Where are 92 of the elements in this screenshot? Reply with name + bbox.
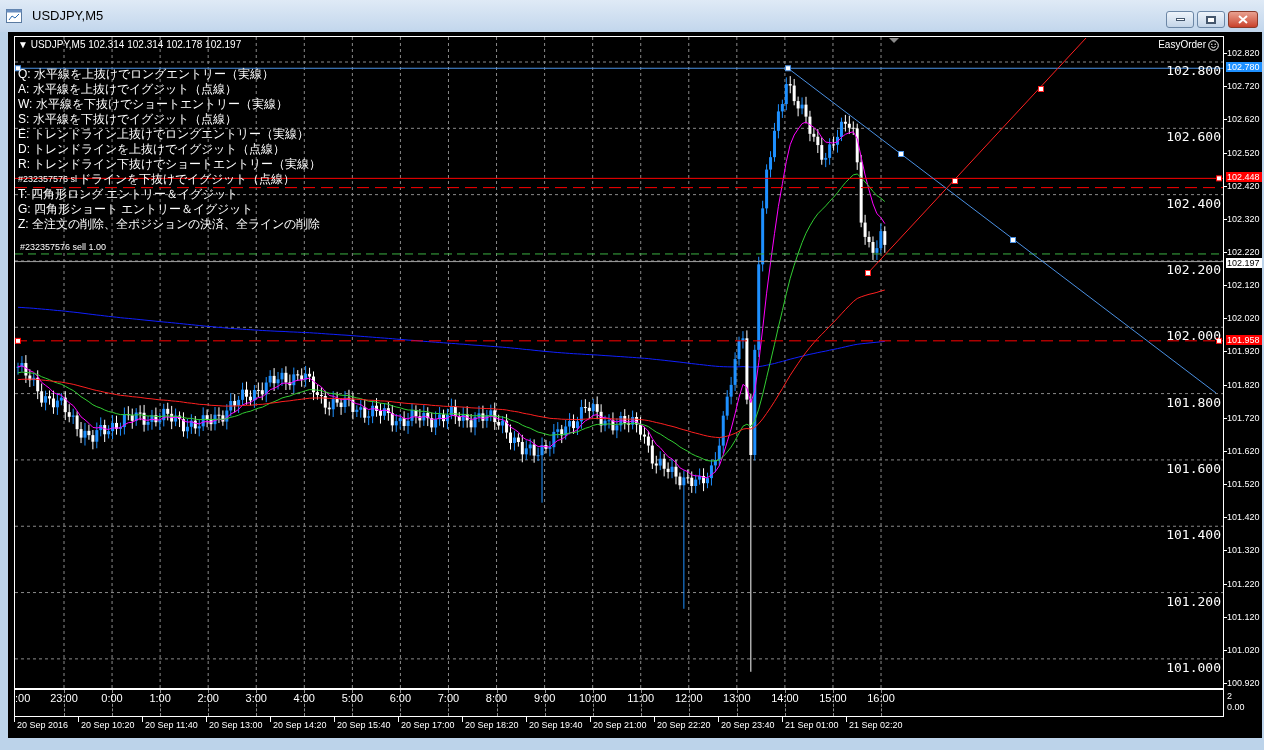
instruction-text: Q: 水平線を上抜けでロングエントリー（実線）: [18, 67, 275, 82]
chart-shift-marker-icon[interactable]: [889, 38, 899, 43]
date-axis-label: 21 Sep 01:00: [785, 720, 839, 731]
hour-label: 14:00: [770, 692, 800, 705]
hour-label: 12:00: [674, 692, 704, 705]
maximize-button[interactable]: [1197, 11, 1225, 28]
hour-label: 1:00: [148, 692, 172, 705]
level-label: 101.800: [1166, 395, 1221, 410]
price-axis-label: 102.120: [1227, 281, 1260, 291]
minimize-icon: [1175, 18, 1185, 21]
price-axis-label: 101.220: [1227, 579, 1260, 589]
chart-window-icon: [6, 9, 22, 23]
maximize-icon: [1206, 15, 1216, 24]
price-axis-label: 102.520: [1227, 148, 1260, 158]
instruction-text: T: 四角形ロング エントリー＆イグジット: [18, 187, 239, 202]
instruction-text: D: トレンドラインを上抜けでイグジット（点線）: [18, 142, 287, 157]
indicator-axis-label: 2: [1227, 691, 1233, 702]
price-marker: 102.197: [1226, 258, 1262, 268]
close-button[interactable]: [1228, 11, 1258, 28]
instruction-text: A: 水平線を上抜けでイグジット（点線）: [18, 82, 238, 97]
date-axis-label: 20 Sep 23:40: [721, 720, 775, 731]
hour-label: 5:00: [340, 692, 365, 705]
hour-label: 16:00: [866, 692, 896, 705]
hour-label: 23:00: [49, 692, 79, 705]
price-axis-label: 102.720: [1227, 82, 1260, 92]
trend-line[interactable]: [865, 37, 1087, 276]
hour-label: 15:00: [818, 692, 848, 705]
price-axis-label: 101.120: [1227, 612, 1260, 622]
price-marker: 102.448: [1226, 172, 1262, 182]
hour-label: 10:00: [577, 692, 608, 705]
price-axis-label: 101.920: [1227, 347, 1260, 357]
date-axis-label: 20 Sep 21:00: [593, 720, 647, 731]
date-axis-label: 20 Sep 2016: [17, 720, 69, 731]
date-axis-label: 20 Sep 11:40: [145, 720, 198, 731]
price-axis-label: 102.220: [1227, 248, 1260, 257]
hour-label: 8:00: [484, 692, 509, 705]
price-axis-label: 101.320: [1227, 546, 1260, 556]
level-label: 101.000: [1166, 660, 1221, 675]
level-label: 101.200: [1166, 594, 1221, 609]
instruction-text: R: トレンドライン下抜けでショートエントリー（実線）: [18, 157, 322, 172]
price-axis-label: 101.420: [1227, 513, 1260, 523]
date-axis-label: 20 Sep 22:20: [657, 720, 711, 731]
price-axis-label: 102.620: [1227, 115, 1260, 125]
price-axis-label: 102.320: [1227, 214, 1260, 224]
level-label: 102.200: [1166, 262, 1221, 277]
instruction-text: G: 四角形ショート エントリー＆イグジット: [18, 202, 255, 217]
hour-label: 11:00: [626, 692, 656, 705]
instruction-text: S: 水平線を下抜けでイグジット（点線）: [18, 112, 238, 127]
date-axis-label: 21 Sep 02:20: [849, 720, 903, 731]
date-axis-label: 20 Sep 15:40: [337, 720, 391, 731]
price-axis-label: 101.820: [1227, 380, 1260, 390]
price-axis-label: 100.920: [1227, 679, 1260, 689]
date-axis-label: 20 Sep 17:00: [401, 720, 455, 731]
price-axis-label: 102.420: [1227, 181, 1260, 191]
instruction-text: Z: 全注文の削除、全ポジションの決済、全ラインの削除: [18, 217, 321, 232]
instruction-text: W: 水平線を下抜けでショートエントリー（実線）: [18, 97, 289, 112]
minimize-button[interactable]: [1166, 11, 1194, 28]
hour-label: 6:00: [388, 692, 413, 705]
date-axis-label: 20 Sep 18:20: [465, 720, 519, 731]
level-label: 102.000: [1166, 329, 1221, 344]
hour-label: 13:00: [722, 692, 752, 705]
indicator-axis-label: 0.00: [1227, 702, 1246, 713]
instruction-text: E: トレンドライン上抜けでロングエントリー（実線）: [18, 127, 310, 142]
close-icon: [1238, 15, 1248, 24]
date-axis-label: 20 Sep 14:20: [273, 720, 327, 731]
window-title: USDJPY,M5: [32, 7, 104, 26]
level-label: 102.400: [1166, 196, 1221, 211]
smiley-icon: [1208, 39, 1219, 51]
price-axis-label: 101.020: [1227, 645, 1260, 655]
hour-label: 9:00: [532, 692, 557, 705]
order-label: #232357576 sell 1.00: [20, 242, 107, 253]
price-axis-label: 101.720: [1227, 413, 1260, 423]
price-axis-label: 102.020: [1227, 314, 1260, 324]
date-axis-label: 20 Sep 19:40: [529, 720, 583, 731]
hour-label: 4:00: [292, 692, 316, 705]
price-marker: 101.958: [1226, 335, 1262, 345]
price-axis-label: 102.820: [1227, 49, 1260, 59]
panel-label: EasyOrder: [1158, 39, 1206, 51]
hour-label: 7:00: [436, 692, 461, 705]
hour-label: 0:00: [100, 692, 124, 705]
price-axis-label: 101.520: [1227, 480, 1260, 490]
hour-label: 3:00: [244, 692, 268, 705]
hour-label: 2:00: [196, 692, 220, 705]
date-axis-label: 20 Sep 13:00: [209, 720, 263, 731]
price-marker: 102.780: [1226, 62, 1262, 72]
price-axis-label: 101.620: [1227, 446, 1260, 456]
level-label: 101.400: [1166, 528, 1221, 543]
level-label: 102.600: [1166, 130, 1221, 145]
date-axis-label: 20 Sep 10:20: [81, 720, 135, 731]
hour-label: :00: [15, 692, 31, 705]
chart-header: ▼ USDJPY,M5 102.314 102.314 102.178 102.197: [18, 39, 242, 51]
level-label: 101.600: [1166, 461, 1221, 476]
